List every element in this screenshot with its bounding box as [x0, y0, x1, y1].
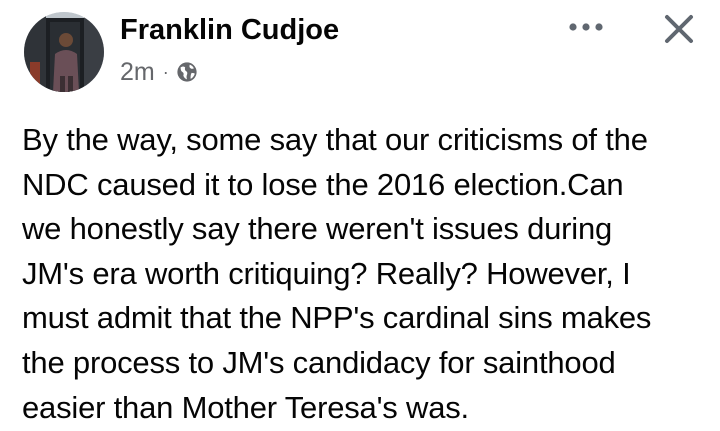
meta-separator: ·	[162, 61, 169, 82]
close-icon	[665, 15, 693, 43]
globe-icon[interactable]	[176, 61, 198, 83]
author-name[interactable]: Franklin Cudjoe	[120, 12, 339, 48]
facebook-post: Franklin Cudjoe 2m · By the way, some sa…	[0, 0, 720, 431]
more-options-button[interactable]	[566, 12, 606, 42]
post-text: By the way, some say that our criticisms…	[22, 122, 652, 425]
post-timestamp[interactable]: 2m	[120, 58, 155, 87]
avatar-photo	[24, 12, 104, 92]
avatar[interactable]	[24, 12, 104, 92]
post-meta: 2m ·	[120, 56, 198, 88]
more-options-icon	[569, 23, 603, 31]
close-button[interactable]	[658, 8, 700, 50]
